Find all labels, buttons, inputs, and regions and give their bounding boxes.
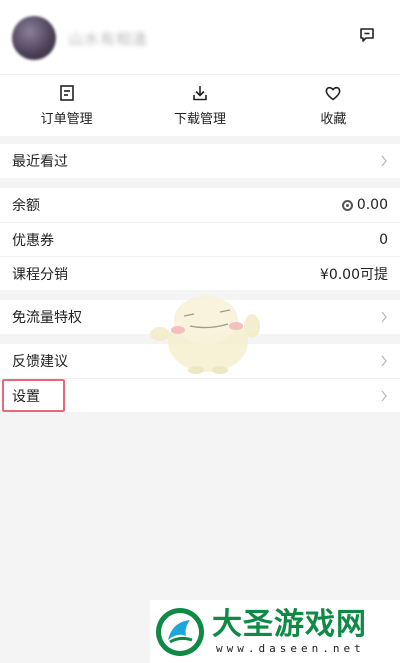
balance-label: 余额 (12, 198, 40, 214)
order-management-button[interactable]: 订单管理 (0, 75, 133, 136)
site-name: 大圣游戏网 (212, 607, 367, 642)
profile-header: 山水有相逢 (0, 0, 400, 74)
quick-actions: 订单管理 下载管理 收藏 (0, 74, 400, 136)
download-management-button[interactable]: 下载管理 (133, 75, 266, 136)
settings-label: 设置 (12, 388, 40, 405)
coupon-row[interactable]: 优惠券 0 (0, 222, 400, 256)
site-logo-icon (156, 607, 204, 656)
favorites-label: 收藏 (320, 112, 347, 127)
distribution-row[interactable]: 课程分销 ¥0.00可提 (0, 256, 400, 290)
order-icon (59, 85, 74, 101)
site-url: www.daseen.net (216, 642, 365, 655)
download-icon (193, 86, 207, 101)
balance-row[interactable]: 余额 0.00 (0, 188, 400, 222)
distribution-label: 课程分销 (12, 266, 68, 283)
recent-group: 最近看过 (0, 144, 400, 178)
recently-viewed-row[interactable]: 最近看过 (0, 144, 400, 178)
site-watermark: 大圣游戏网 www.daseen.net (150, 600, 400, 663)
username[interactable]: 山水有相逢 (68, 28, 148, 49)
download-management-label: 下载管理 (173, 112, 226, 127)
avatar[interactable] (12, 16, 56, 60)
coin-icon (341, 199, 353, 211)
recently-viewed-label: 最近看过 (12, 154, 68, 170)
free-traffic-label: 免流量特权 (12, 310, 82, 326)
wallet-group: 余额 0.00 优惠券 0 课程分销 ¥0.00可提 (0, 188, 400, 290)
chevron-right-icon (381, 311, 387, 323)
coupon-value: 0 (379, 231, 388, 248)
balance-value: 0.00 (356, 197, 388, 213)
chevron-right-icon (381, 390, 387, 401)
chevron-right-icon (381, 155, 387, 167)
feedback-label: 反馈建议 (12, 354, 68, 370)
coupon-label: 优惠券 (12, 232, 54, 249)
heart-icon (325, 86, 341, 101)
mascot-watermark-image (150, 296, 260, 374)
settings-row[interactable]: 设置 (0, 378, 400, 412)
favorites-button[interactable]: 收藏 (267, 75, 400, 136)
order-management-label: 订单管理 (40, 112, 93, 127)
chevron-right-icon (381, 355, 387, 367)
message-icon[interactable] (358, 26, 376, 44)
distribution-value: ¥0.00可提 (319, 266, 388, 283)
